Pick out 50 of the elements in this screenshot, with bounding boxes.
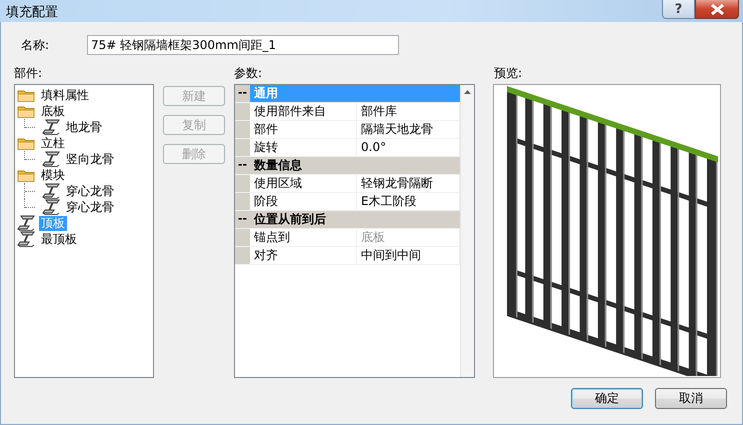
row-header (235, 229, 250, 246)
folder-icon (17, 88, 36, 102)
steel-beam-icon (17, 215, 36, 231)
name-field[interactable]: 75# 轻钢隔墙框架300mm间距_1 (87, 35, 399, 55)
row-header (235, 139, 250, 156)
section-header[interactable]: 数量信息 (250, 157, 460, 174)
tree-item[interactable]: 地龙骨 (64, 120, 104, 134)
steel-beam-icon (17, 231, 36, 247)
folder-icon (17, 104, 36, 118)
property-name: 对齐 (250, 247, 357, 264)
close-button[interactable] (695, 0, 739, 19)
collapse-toggle[interactable]: -- (235, 85, 250, 102)
property-name: 使用区域 (250, 175, 357, 192)
tree-item[interactable]: 立柱 (39, 136, 67, 150)
dialog-button[interactable]: 确定 (571, 388, 643, 409)
row-header (235, 193, 250, 210)
scroll-up-icon[interactable] (464, 90, 471, 94)
folder-icon (17, 168, 36, 182)
steel-beam-icon (42, 199, 61, 215)
property-name: 使用部件来自 (250, 103, 357, 120)
tree-item[interactable]: 模块 (39, 168, 67, 182)
property-name: 锚点到 (250, 229, 357, 246)
section-label: 预览: (494, 65, 524, 82)
property-name: 部件 (250, 121, 357, 138)
tree-item[interactable]: 填料属性 (39, 88, 91, 102)
section-label: 部件: (14, 65, 44, 82)
steel-beam-icon (42, 183, 61, 199)
folder-icon (17, 136, 36, 150)
tree-item[interactable]: 底板 (39, 104, 67, 118)
tree-item[interactable]: 最顶板 (39, 232, 79, 246)
steel-beam-icon (42, 119, 61, 135)
field-label: 名称: (20, 36, 50, 54)
help-button[interactable]: ? (662, 0, 695, 19)
dialog-button[interactable]: 取消 (655, 388, 727, 409)
row-header (235, 121, 250, 138)
section-header[interactable]: 位置从前到后 (250, 211, 460, 228)
property-name: 阶段 (250, 193, 357, 210)
window-title: 填充配置 (5, 4, 59, 21)
tree-item[interactable]: 穿心龙骨 (64, 184, 116, 198)
tree-item[interactable]: 竖向龙骨 (64, 152, 116, 166)
property-name: 旋转 (250, 139, 357, 156)
steel-beam-icon (42, 151, 61, 167)
row-header (235, 247, 250, 264)
row-header (235, 103, 250, 120)
section-label: 参数: (234, 65, 264, 82)
tree-item[interactable]: 穿心龙骨 (64, 200, 116, 214)
close-icon (710, 4, 724, 14)
collapse-toggle[interactable]: -- (235, 211, 250, 228)
collapse-toggle[interactable]: -- (235, 157, 250, 174)
row-header (235, 175, 250, 192)
